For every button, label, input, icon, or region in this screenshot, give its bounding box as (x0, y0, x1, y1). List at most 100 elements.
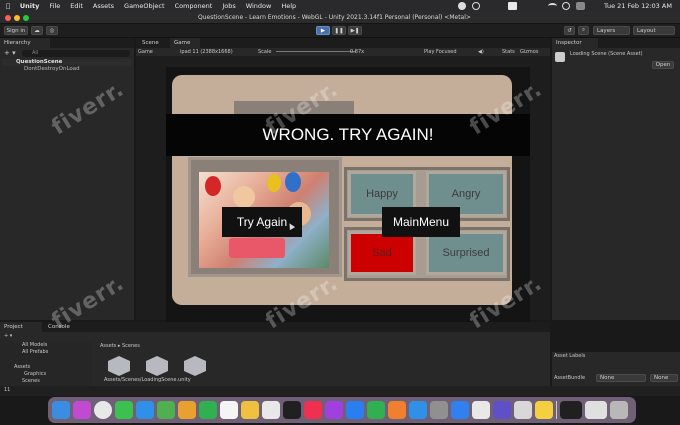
pause-button[interactable]: ❚❚ (332, 26, 346, 35)
speaker-icon[interactable]: ◀) (478, 50, 484, 55)
list-item[interactable]: DontDestroyOnLoad (2, 66, 132, 73)
choice-surprised-button[interactable]: Surprised (426, 231, 506, 275)
wifi-icon[interactable] (548, 3, 557, 9)
menubar-clock[interactable]: Tue 21 Feb 12:03 AM (604, 3, 672, 10)
play-button[interactable]: ▶ (316, 26, 330, 35)
unity-hub-icon[interactable] (472, 401, 490, 419)
status-record-icon[interactable] (458, 2, 466, 10)
pages-icon[interactable] (388, 401, 406, 419)
menu-component[interactable]: Component (175, 2, 213, 10)
status-circle-icon[interactable] (472, 2, 480, 10)
list-item[interactable]: QuestionScene (2, 59, 132, 66)
safari-icon[interactable] (451, 401, 469, 419)
display-dropdown[interactable]: Game (138, 50, 153, 55)
game-canvas[interactable]: WRONG. TRY AGAIN! Happy Angry Sad Surpri… (166, 67, 530, 322)
breadcrumb-assets[interactable]: Assets (100, 343, 116, 349)
gizmos-button[interactable]: Gizmos (520, 50, 538, 55)
tab-scene[interactable]: Scene (138, 38, 168, 48)
tree-graphics[interactable]: Graphics (24, 372, 46, 377)
minimize-window-button[interactable] (14, 15, 20, 21)
menu-assets[interactable]: Assets (93, 2, 114, 10)
add-icon[interactable]: + ▾ (4, 50, 16, 57)
calendar-icon[interactable] (220, 401, 238, 419)
menu-window[interactable]: Window (246, 2, 272, 10)
stats-button[interactable]: Stats (502, 50, 515, 55)
sign-in-button[interactable]: Sign in (4, 26, 28, 35)
breadcrumb-scenes[interactable]: Scenes (122, 343, 140, 349)
tab-hierarchy[interactable]: Hierarchy (0, 38, 50, 48)
collab-icon[interactable]: ◎ (46, 26, 58, 35)
unity-scene-asset-icon[interactable] (108, 356, 130, 376)
menu-file[interactable]: File (49, 2, 60, 10)
status-bar: 11 (0, 386, 680, 396)
resolution-dropdown[interactable]: ipad 11 (2388x1668) (180, 50, 233, 55)
project-add-icon[interactable]: + ▾ (4, 334, 12, 339)
cloud-icon[interactable]: ☁ (31, 26, 43, 35)
zoom-window-button[interactable] (23, 15, 29, 21)
asset-labels-title: Asset Labels (554, 353, 586, 359)
asset-bundle-dropdown[interactable]: None (596, 374, 646, 382)
keynote-icon[interactable] (409, 401, 427, 419)
favorite-all-models[interactable]: All Models (22, 343, 47, 348)
menu-jobs[interactable]: Jobs (222, 2, 235, 10)
reminders-icon[interactable] (262, 401, 280, 419)
layout-dropdown[interactable]: Layout (633, 26, 675, 35)
messages-icon[interactable] (115, 401, 133, 419)
notes-icon[interactable] (241, 401, 259, 419)
asset-variant-dropdown[interactable]: None (650, 374, 678, 382)
menu-help[interactable]: Help (281, 2, 296, 10)
menu-app-name[interactable]: Unity (20, 2, 39, 10)
facetime-icon[interactable] (199, 401, 217, 419)
app-store-icon[interactable] (346, 401, 364, 419)
finder-icon[interactable] (52, 401, 70, 419)
hierarchy-item-label: DontDestroyOnLoad (24, 66, 80, 72)
birthday-cake-icon (229, 238, 285, 258)
tab-game[interactable]: Game (170, 38, 200, 48)
apple-tv-icon[interactable] (283, 401, 301, 419)
chrome-icon[interactable] (94, 401, 112, 419)
apple-icon[interactable]:  (6, 2, 10, 10)
preview-icon[interactable] (585, 401, 607, 419)
search-icon[interactable] (562, 2, 570, 10)
close-window-button[interactable] (5, 15, 11, 21)
tree-assets[interactable]: Assets (14, 365, 30, 370)
notes-app-icon[interactable] (535, 401, 553, 419)
scale-slider[interactable] (276, 51, 356, 52)
podcasts-icon[interactable] (325, 401, 343, 419)
unity-icon[interactable] (514, 401, 532, 419)
mail-icon[interactable] (136, 401, 154, 419)
maps-icon[interactable] (157, 401, 175, 419)
play-focused-dropdown[interactable]: Play Focused (424, 50, 457, 55)
open-button[interactable]: Open (652, 61, 674, 69)
numbers-icon[interactable] (367, 401, 385, 419)
window-title: QuestionScene - Learn Emotions - WebGL -… (198, 14, 471, 21)
music-icon[interactable] (304, 401, 322, 419)
project-tree: All Models All Prefabs Assets Graphics S… (0, 342, 92, 386)
favorite-all-prefabs[interactable]: All Prefabs (22, 350, 48, 355)
choice-sad-button[interactable]: Sad (348, 231, 416, 275)
vscode-icon[interactable] (493, 401, 511, 419)
status-a-icon[interactable] (508, 2, 517, 10)
control-center-icon[interactable] (576, 2, 585, 10)
step-button[interactable]: ▶❚ (348, 26, 362, 35)
main-menu-button[interactable]: MainMenu (382, 207, 460, 237)
history-icon[interactable]: ↺ (564, 26, 575, 35)
trash-icon[interactable] (610, 401, 628, 419)
photos-icon[interactable] (178, 401, 196, 419)
tab-inspector[interactable]: Inspector (552, 38, 598, 48)
system-settings-icon[interactable] (430, 401, 448, 419)
hierarchy-search-input[interactable]: All (22, 50, 130, 57)
tab-project[interactable]: Project (0, 322, 42, 332)
unity-scene-asset-icon[interactable] (184, 356, 206, 376)
inspector-panel: Inspector Loading Scene (Scene Asset) Op… (552, 38, 680, 351)
search-icon[interactable]: ⌕ (578, 26, 589, 35)
asset-bundle-label: AssetBundle (554, 375, 586, 381)
menu-edit[interactable]: Edit (70, 2, 83, 10)
unity-scene-asset-icon[interactable] (146, 356, 168, 376)
window-titlebar: QuestionScene - Learn Emotions - WebGL -… (0, 12, 680, 24)
tree-scenes[interactable]: Scenes (22, 379, 40, 384)
launchpad-icon[interactable] (73, 401, 91, 419)
terminal-icon[interactable] (560, 401, 582, 419)
layers-dropdown[interactable]: Layers (593, 26, 630, 35)
menu-gameobject[interactable]: GameObject (124, 2, 165, 10)
